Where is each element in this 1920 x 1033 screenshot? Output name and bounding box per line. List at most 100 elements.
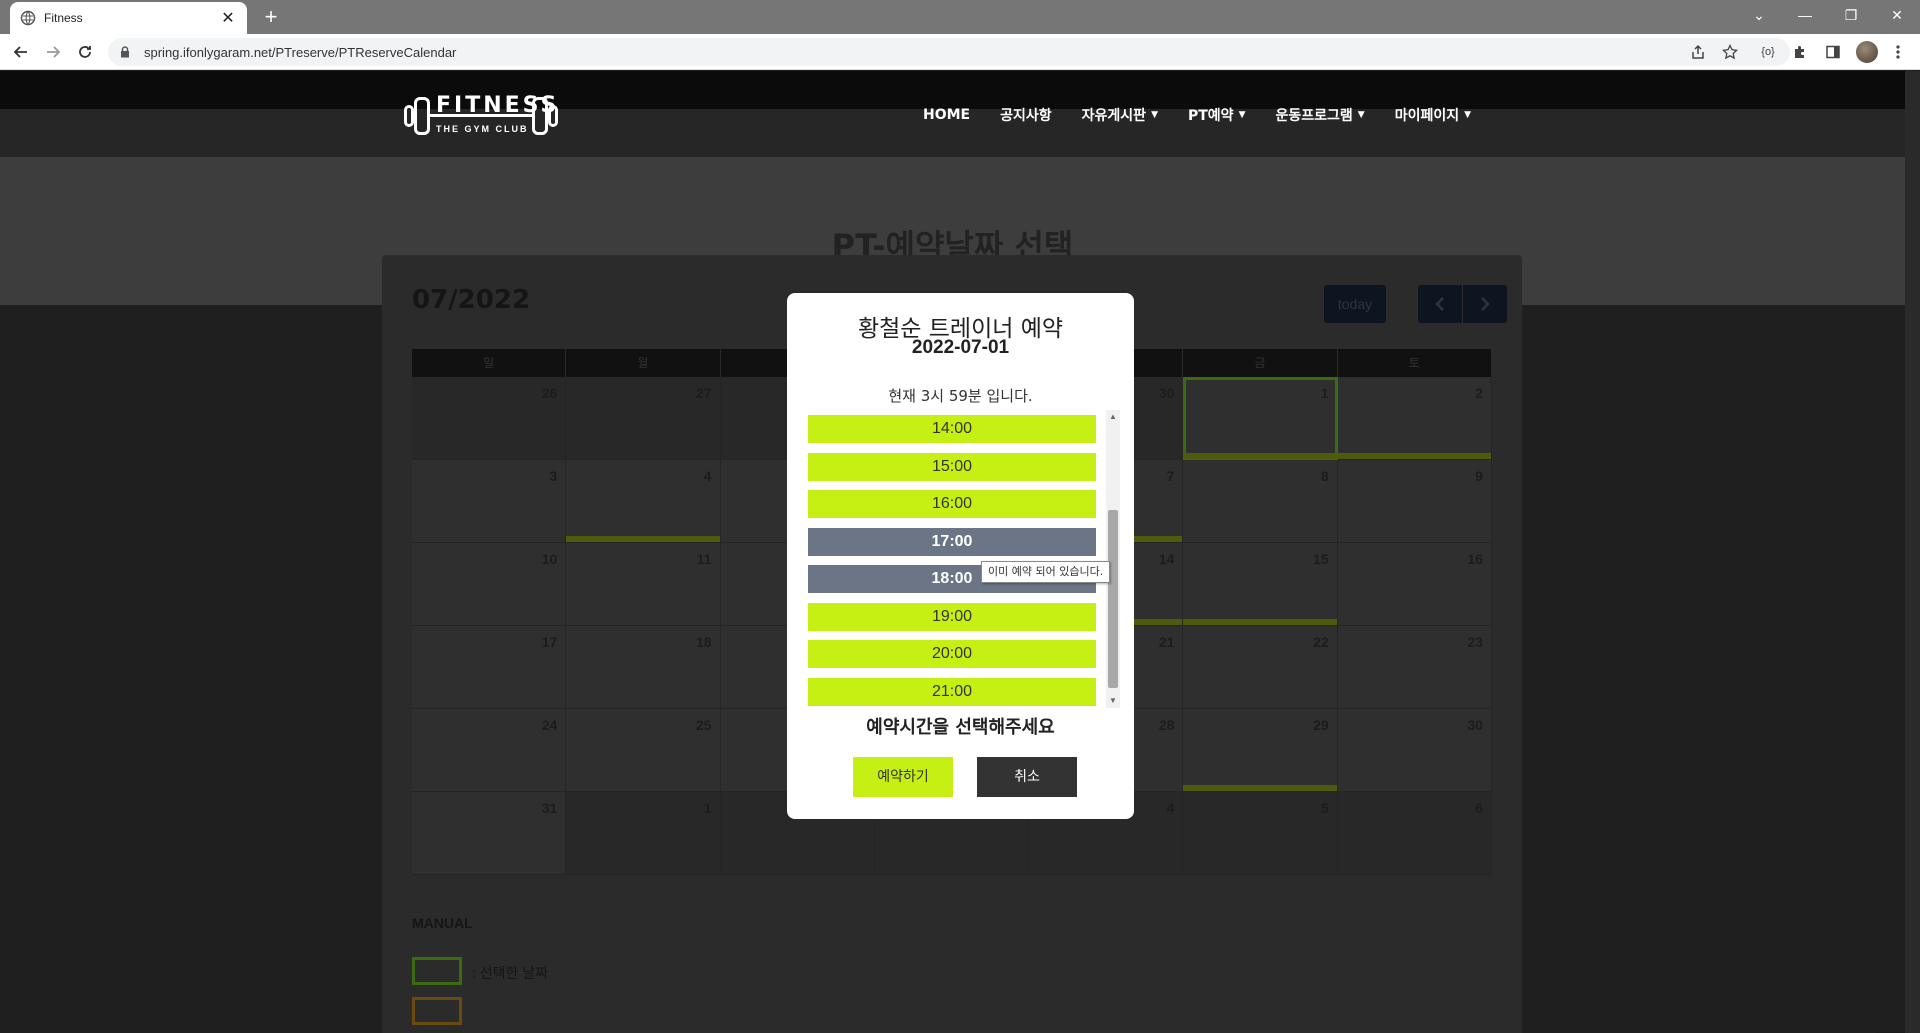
- nav-item-board[interactable]: 자유게시판 ▼: [1082, 105, 1158, 125]
- calendar-day-cell[interactable]: 1: [566, 792, 721, 875]
- scroll-up-arrow-icon[interactable]: ▲: [1106, 410, 1120, 424]
- reserve-button[interactable]: 예약하기: [853, 757, 953, 797]
- nav-item-program[interactable]: 운동프로그램 ▼: [1275, 105, 1364, 125]
- calendar-day-cell[interactable]: 17: [412, 626, 567, 709]
- day-number: 21: [1158, 634, 1175, 650]
- chevron-down-icon: ▼: [1357, 110, 1365, 120]
- slot-list-scrollbar[interactable]: ▲ ▼: [1106, 410, 1120, 708]
- lock-icon: [120, 45, 134, 59]
- chevron-right-icon: [1481, 297, 1490, 311]
- weekday-header-cell: 금: [1183, 349, 1338, 377]
- day-number: 10: [541, 551, 558, 567]
- calendar-day-cell[interactable]: 6: [1337, 792, 1492, 875]
- reservation-available-bar: [1183, 453, 1337, 459]
- restore-icon[interactable]: ❐: [1828, 0, 1874, 30]
- globe-icon: [20, 10, 36, 26]
- calendar-day-cell[interactable]: 16: [1337, 543, 1492, 626]
- calendar-day-cell-selected[interactable]: 1: [1183, 377, 1338, 460]
- chevron-down-icon: ▼: [1238, 110, 1246, 120]
- nav-item-notice[interactable]: 공지사항: [1000, 105, 1052, 125]
- main-nav: HOME 공지사항 자유게시판 ▼ PT예약 ▼ 운동프로그램 ▼ 마이페이지 ▼: [923, 105, 1501, 125]
- weekday-header-cell: 월: [566, 349, 721, 377]
- time-slot[interactable]: 21:00: [808, 677, 1096, 706]
- new-tab-icon[interactable]: +: [258, 4, 284, 30]
- calendar-day-cell[interactable]: 25: [566, 709, 721, 792]
- calendar-day-cell[interactable]: 30: [1337, 709, 1492, 792]
- back-icon[interactable]: [9, 40, 33, 64]
- day-number: 3: [549, 468, 558, 484]
- calendar-day-cell[interactable]: 3: [412, 460, 567, 543]
- browser-tab-strip: Fitness ✕ + ⌄ — ❐ ✕: [0, 0, 1920, 34]
- time-slot-taken[interactable]: 17:00: [808, 527, 1096, 556]
- prev-month-button[interactable]: [1418, 285, 1462, 323]
- reload-icon[interactable]: [73, 40, 97, 64]
- reservation-available-bar: [1337, 453, 1491, 459]
- bookmark-star-icon[interactable]: [1720, 42, 1740, 62]
- browser-toolbar: spring.ifonlygaram.net/PTreserve/PTReser…: [0, 34, 1920, 70]
- calendar-day-cell[interactable]: 22: [1183, 626, 1338, 709]
- calendar-month-title: 07/2022: [412, 285, 531, 315]
- calendar-day-cell[interactable]: 26: [412, 377, 567, 460]
- calendar-day-cell[interactable]: 10: [412, 543, 567, 626]
- day-number: 26: [541, 385, 558, 401]
- page-scrollbar[interactable]: [1905, 71, 1920, 1033]
- manual-heading: MANUAL: [412, 915, 473, 931]
- nav-item-pt-reserve[interactable]: PT예약 ▼: [1188, 105, 1246, 125]
- weekday-header-cell: 일: [412, 349, 567, 377]
- calendar-day-cell[interactable]: 15: [1183, 543, 1338, 626]
- day-number: 8: [1320, 468, 1329, 484]
- calendar-day-cell[interactable]: 8: [1183, 460, 1338, 543]
- window-close-icon[interactable]: ✕: [1874, 0, 1920, 30]
- select-time-prompt: 예약시간을 선택해주세요: [866, 717, 1055, 738]
- day-number: 18: [695, 634, 712, 650]
- calendar-day-cell[interactable]: 2: [1337, 377, 1492, 460]
- site-logo[interactable]: FITNESS THE GYM CLUB: [396, 91, 566, 139]
- browser-tab[interactable]: Fitness ✕: [10, 2, 247, 34]
- tab-search-icon[interactable]: ⌄: [1736, 0, 1782, 30]
- day-number: 30: [1467, 717, 1483, 733]
- nav-item-mypage[interactable]: 마이페이지 ▼: [1395, 105, 1471, 125]
- minimize-icon[interactable]: —: [1782, 0, 1828, 30]
- calendar-day-cell[interactable]: 29: [1183, 709, 1338, 792]
- extensions-puzzle-icon[interactable]: [1790, 42, 1810, 62]
- calendar-day-cell[interactable]: 11: [566, 543, 721, 626]
- profile-avatar[interactable]: [1856, 41, 1878, 63]
- calendar-day-cell[interactable]: 9: [1337, 460, 1492, 543]
- calendar-day-cell[interactable]: 18: [566, 626, 721, 709]
- time-slot[interactable]: 15:00: [808, 452, 1096, 481]
- chevron-down-icon: ▼: [1464, 110, 1472, 120]
- day-number: 24: [541, 717, 558, 733]
- calendar-day-cell[interactable]: 5: [1183, 792, 1338, 875]
- calendar-day-cell[interactable]: 24: [412, 709, 567, 792]
- time-slot[interactable]: 16:00: [808, 490, 1096, 518]
- day-number: 5: [1320, 800, 1329, 816]
- share-icon[interactable]: [1688, 42, 1708, 62]
- day-number: 25: [695, 717, 712, 733]
- forward-icon[interactable]: [41, 40, 65, 64]
- kebab-menu-icon[interactable]: [1888, 42, 1908, 62]
- calendar-day-cell[interactable]: 27: [566, 377, 721, 460]
- time-slot[interactable]: 20:00: [808, 640, 1096, 668]
- day-number: 7: [1166, 468, 1175, 484]
- next-month-button[interactable]: [1463, 285, 1507, 323]
- scroll-down-arrow-icon[interactable]: ▼: [1106, 694, 1120, 708]
- close-tab-icon[interactable]: ✕: [219, 8, 237, 28]
- reservation-available-bar: [1183, 619, 1337, 625]
- calendar-day-cell[interactable]: 31: [412, 792, 567, 875]
- tab-title: Fitness: [44, 11, 83, 25]
- day-number: 16: [1467, 551, 1483, 567]
- day-number: 23: [1467, 634, 1483, 650]
- time-slot[interactable]: 19:00: [808, 602, 1096, 631]
- cancel-button[interactable]: 취소: [977, 757, 1077, 797]
- reservation-available-bar: [1183, 785, 1337, 791]
- calendar-day-cell[interactable]: 4: [566, 460, 721, 543]
- today-button[interactable]: today: [1324, 285, 1386, 323]
- time-slot[interactable]: 14:00: [808, 415, 1096, 443]
- side-panel-icon[interactable]: [1823, 42, 1843, 62]
- nav-item-home[interactable]: HOME: [923, 105, 970, 125]
- address-bar[interactable]: spring.ifonlygaram.net/PTreserve/PTReser…: [108, 38, 1790, 66]
- extension-badge-icon[interactable]: {o}: [1758, 42, 1778, 62]
- day-number: 11: [696, 551, 712, 567]
- scrollbar-thumb[interactable]: [1108, 510, 1118, 688]
- calendar-day-cell[interactable]: 23: [1337, 626, 1492, 709]
